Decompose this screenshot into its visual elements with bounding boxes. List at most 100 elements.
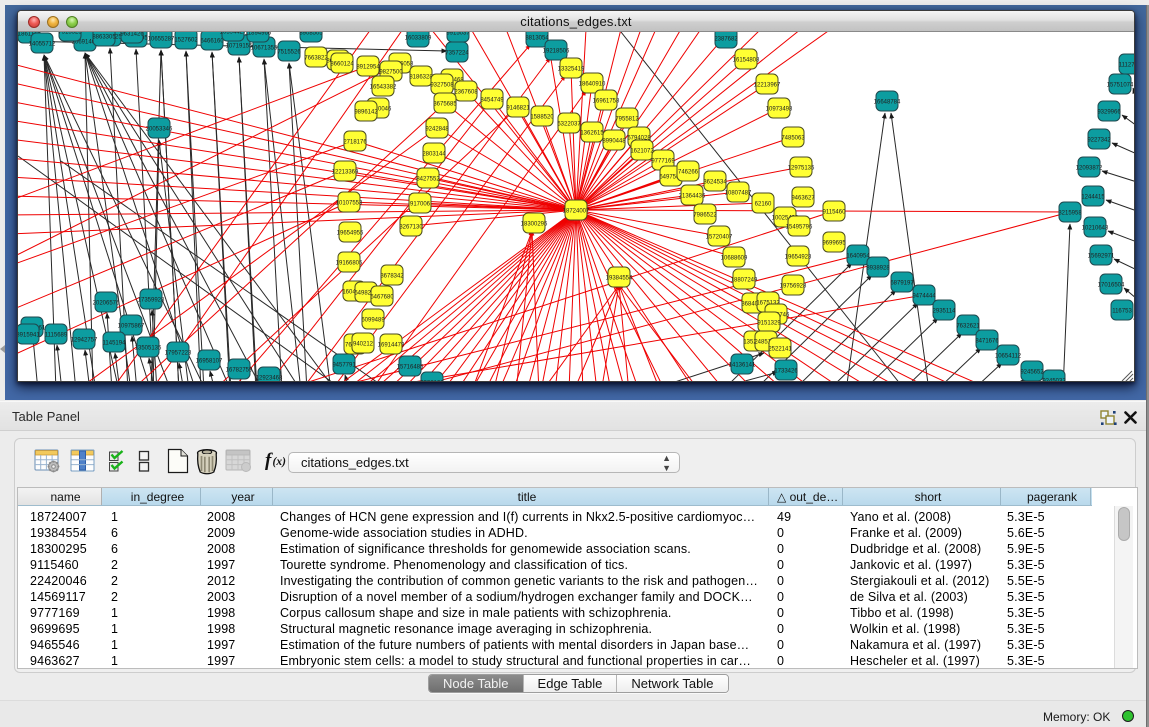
svg-text:9227342: 9227342 (1087, 138, 1111, 144)
svg-text:7485063: 7485063 (781, 136, 805, 142)
svg-text:1112739: 1112739 (1119, 63, 1134, 69)
svg-text:10719155: 10719155 (226, 44, 253, 50)
svg-text:12213967: 12213967 (754, 83, 781, 89)
svg-text:10210643: 10210643 (1082, 226, 1109, 232)
svg-text:1640954: 1640954 (846, 254, 870, 260)
svg-text:9151329: 9151329 (757, 321, 781, 327)
svg-text:14136141: 14136141 (729, 363, 756, 369)
svg-text:8186328: 8186328 (409, 75, 433, 81)
svg-text:5467680: 5467680 (370, 295, 394, 301)
svg-text:10594427: 10594427 (220, 32, 247, 36)
svg-text:18807249: 18807249 (731, 278, 758, 284)
svg-text:10807487: 10807487 (725, 191, 752, 197)
svg-text:18300295: 18300295 (521, 222, 548, 228)
svg-text:1244415: 1244415 (1081, 195, 1105, 201)
svg-text:1621072: 1621072 (630, 149, 654, 155)
svg-text:6099489: 6099489 (361, 318, 385, 324)
svg-text:10107553: 10107553 (336, 201, 363, 207)
svg-text:3215958: 3215958 (1058, 211, 1082, 217)
svg-text:9777169: 9777169 (651, 159, 675, 165)
svg-text:2387682: 2387682 (714, 37, 738, 43)
svg-text:6466160: 6466160 (200, 39, 224, 45)
svg-text:15720407: 15720407 (706, 235, 733, 241)
svg-text:8990448: 8990448 (602, 139, 626, 145)
svg-text:940212: 940212 (353, 342, 374, 348)
svg-text:12213369: 12213369 (332, 170, 359, 176)
svg-text:1527602: 1527602 (174, 38, 198, 44)
svg-text:9327508: 9327508 (430, 83, 454, 89)
svg-text:17359928: 17359928 (138, 298, 165, 304)
svg-text:18640910: 18640910 (579, 82, 606, 88)
svg-text:5322037: 5322037 (557, 122, 581, 128)
svg-text:8454749: 8454749 (480, 98, 504, 104)
svg-text:9146821: 9146821 (506, 106, 530, 112)
svg-text:9457791: 9457791 (332, 363, 356, 369)
svg-text:3915941: 3915941 (18, 333, 40, 339)
svg-text:16543382: 16543382 (370, 85, 397, 91)
svg-text:8912954: 8912954 (356, 65, 380, 71)
svg-text:16961758: 16961758 (593, 99, 620, 105)
svg-text:13505135: 13505135 (135, 346, 162, 352)
svg-text:746266: 746266 (678, 170, 699, 176)
svg-text:3675685: 3675685 (433, 102, 457, 108)
svg-text:8863305: 8863305 (92, 35, 116, 41)
svg-text:7515525: 7515525 (58, 32, 82, 36)
svg-text:21364436: 21364436 (679, 194, 706, 200)
svg-text:16033809: 16033809 (405, 36, 432, 42)
svg-text:16782759: 16782759 (226, 368, 253, 374)
svg-text:12975135: 12975135 (788, 166, 815, 172)
svg-text:1588520: 1588520 (530, 115, 554, 121)
svg-text:7357224: 7357224 (445, 51, 469, 57)
svg-text:18724007: 18724007 (563, 209, 590, 215)
svg-text:9245652: 9245652 (1020, 370, 1044, 376)
svg-text:1362615: 1362615 (580, 131, 604, 137)
svg-text:6879197: 6879197 (890, 281, 914, 287)
svg-text:17016504: 17016504 (1098, 283, 1125, 289)
svg-text:7632621: 7632621 (956, 324, 980, 330)
svg-text:12093872: 12093872 (1076, 166, 1103, 172)
svg-text:19654923: 19654923 (785, 255, 812, 261)
svg-text:(x): (x) (273, 456, 287, 468)
svg-text:2935114: 2935114 (933, 309, 957, 315)
svg-text:19384554: 19384554 (606, 276, 633, 282)
svg-text:9115460: 9115460 (823, 210, 847, 216)
svg-text:9474444: 9474444 (912, 294, 936, 300)
svg-text:9242848: 9242848 (425, 127, 449, 133)
svg-text:16648784: 16648784 (874, 100, 901, 106)
svg-text:62160: 62160 (755, 202, 772, 208)
svg-text:12942757: 12942757 (71, 338, 98, 344)
svg-text:7955812: 7955812 (615, 117, 639, 123)
svg-text:15716485: 15716485 (397, 365, 424, 371)
svg-text:7663822: 7663822 (304, 56, 328, 62)
svg-text:13325419: 13325419 (558, 67, 585, 73)
svg-text:2522141: 2522141 (768, 347, 792, 353)
svg-text:9827500: 9827500 (379, 70, 403, 76)
svg-text:8427552: 8427552 (416, 177, 440, 183)
svg-text:917006: 917006 (410, 202, 431, 208)
svg-text:20053346: 20053346 (146, 127, 173, 133)
svg-text:10973493: 10973493 (766, 107, 793, 113)
svg-text:3678342: 3678342 (380, 274, 404, 280)
svg-text:16958107: 16958107 (196, 359, 223, 365)
svg-text:19218506: 19218506 (543, 49, 570, 55)
svg-text:7515526: 7515526 (277, 50, 301, 56)
svg-text:19166805: 19166805 (336, 261, 363, 267)
svg-text:20206576: 20206576 (93, 301, 120, 307)
svg-text:1145194: 1145194 (103, 341, 127, 347)
svg-text:19756928: 19756928 (780, 284, 807, 290)
svg-text:3267130: 3267130 (399, 225, 423, 231)
svg-text:10654112: 10654112 (995, 354, 1022, 360)
svg-text:2718176: 2718176 (343, 140, 367, 146)
svg-text:9329966: 9329966 (1097, 110, 1121, 116)
svg-text:116753: 116753 (1112, 309, 1132, 315)
svg-text:9938106: 9938106 (420, 381, 444, 382)
svg-text:11894966: 11894966 (245, 32, 272, 37)
svg-text:2803144: 2803144 (422, 152, 446, 158)
svg-text:8471676: 8471676 (975, 339, 999, 345)
svg-text:9699695: 9699695 (822, 241, 846, 247)
svg-text:1733426: 1733426 (774, 369, 798, 375)
svg-text:15495796: 15495796 (786, 225, 813, 231)
svg-text:12923468: 12923468 (256, 376, 283, 382)
svg-text:16154808: 16154808 (733, 58, 760, 64)
svg-text:17957223: 17957223 (165, 351, 192, 357)
